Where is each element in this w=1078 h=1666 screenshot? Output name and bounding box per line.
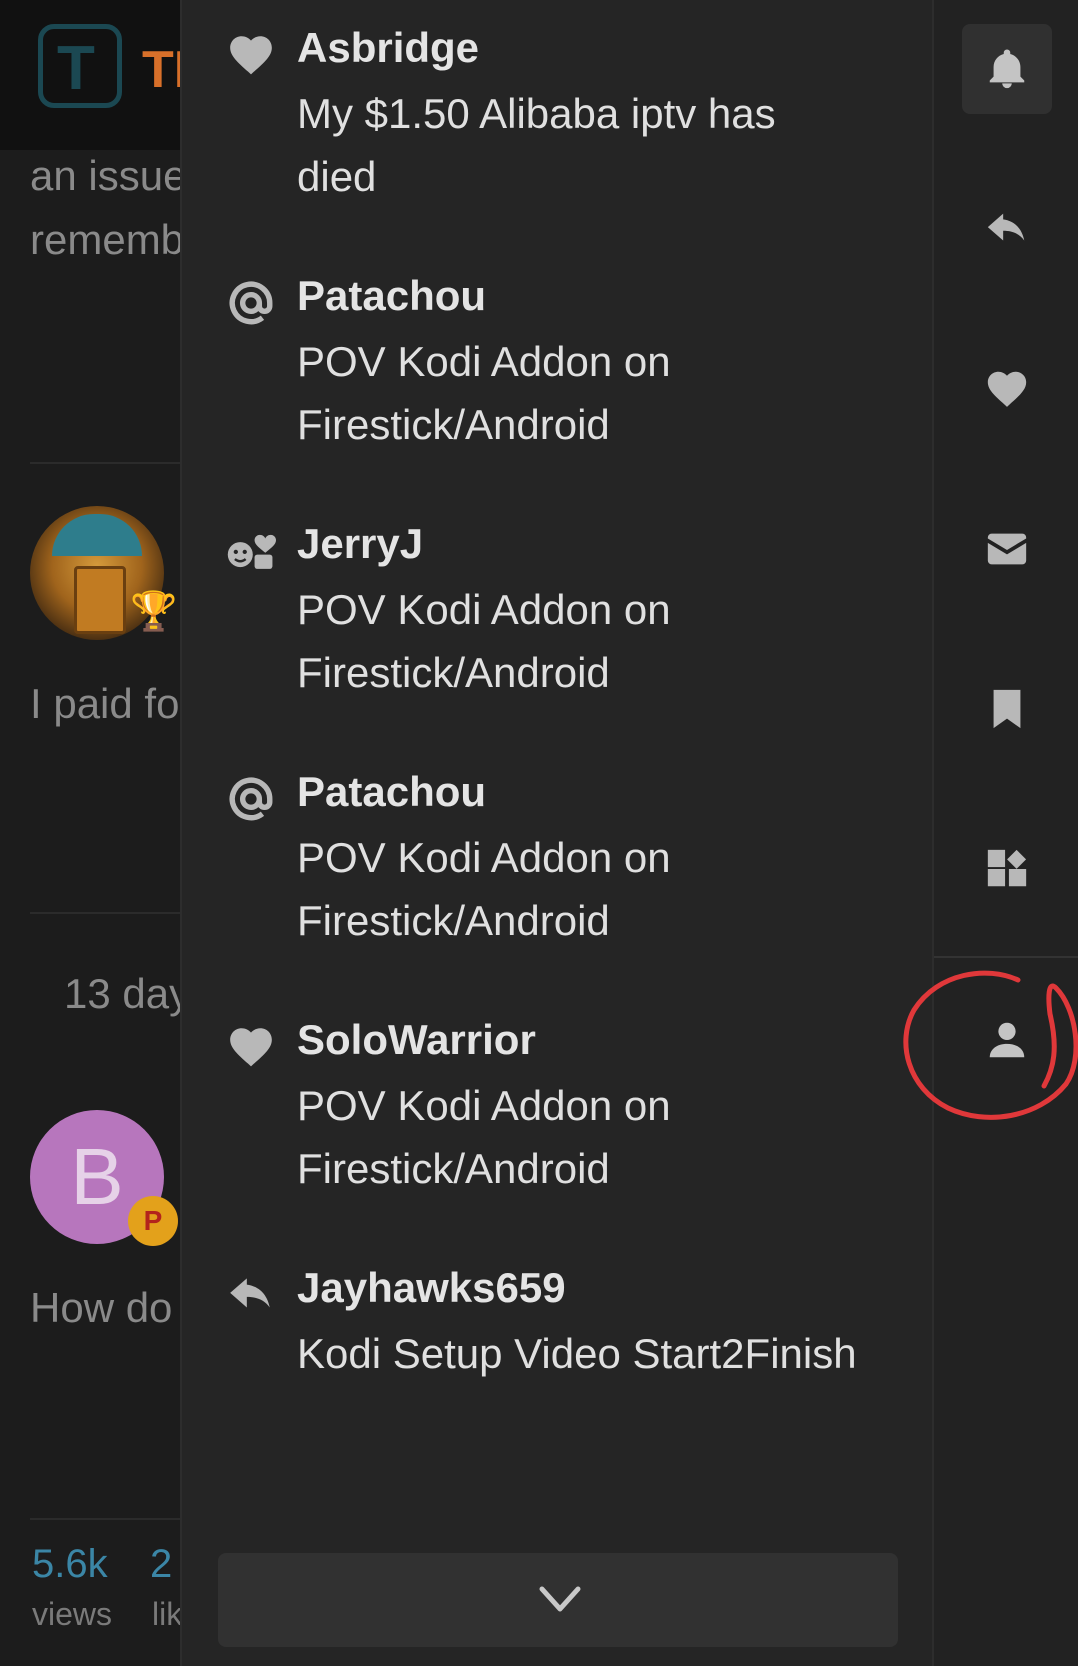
notification-username: Asbridge bbox=[297, 24, 480, 71]
notification-topic-title: POV Kodi Addon on Firestick/Android bbox=[297, 338, 671, 448]
notification-topic-title: My $1.50 Alibaba iptv has died bbox=[297, 90, 776, 200]
badge-letter: P bbox=[143, 1205, 163, 1236]
notification-username: SoloWarrior bbox=[297, 1016, 536, 1063]
notification-topic-title: POV Kodi Addon on Firestick/Android bbox=[297, 1082, 671, 1192]
chevron-down-icon bbox=[539, 1586, 581, 1612]
avatar-letter: B bbox=[70, 1132, 124, 1221]
site-header: T TI bbox=[0, 0, 188, 150]
likes-count: 2 bbox=[150, 1542, 173, 1586]
avatar-umbrella-shape bbox=[52, 514, 142, 556]
reply-icon bbox=[226, 1270, 276, 1320]
heart-icon bbox=[226, 30, 276, 80]
likes-label: lik bbox=[152, 1596, 183, 1632]
tab-notifications[interactable] bbox=[962, 24, 1052, 114]
tab-review[interactable] bbox=[962, 824, 1052, 914]
tab-replies[interactable] bbox=[962, 184, 1052, 274]
bell-icon bbox=[989, 49, 1025, 89]
post-text: How do bbox=[30, 1284, 173, 1331]
envelope-icon bbox=[987, 533, 1027, 565]
notification-topic-title: Kodi Setup Video Start2Finish bbox=[297, 1330, 857, 1377]
bookmark-icon bbox=[993, 689, 1021, 729]
post-divider bbox=[30, 1518, 180, 1520]
tab-bookmarks[interactable] bbox=[962, 664, 1052, 754]
avatar-mug-shape bbox=[74, 566, 126, 634]
at-mention-icon bbox=[226, 774, 276, 824]
post-snippet-line: rememb bbox=[30, 216, 185, 263]
post-text: I paid fo bbox=[30, 680, 180, 727]
tab-likes[interactable] bbox=[962, 344, 1052, 434]
at-mention-icon bbox=[226, 278, 276, 328]
logo-letter: T bbox=[57, 34, 95, 103]
notification-username: JerryJ bbox=[297, 520, 424, 567]
views-label: views bbox=[32, 1596, 113, 1632]
reaction-icon bbox=[226, 526, 276, 576]
show-more-button[interactable] bbox=[218, 1553, 898, 1647]
tab-messages[interactable] bbox=[962, 504, 1052, 594]
post-divider bbox=[30, 912, 180, 914]
notification-topic-title: POV Kodi Addon on Firestick/Android bbox=[297, 834, 671, 944]
post-snippet-line: an issue bbox=[30, 152, 187, 199]
notification-topic-title: POV Kodi Addon on Firestick/Android bbox=[297, 586, 671, 696]
notifications-panel: Asbridge My $1.50 Alibaba iptv has died … bbox=[180, 0, 932, 1666]
post-divider bbox=[30, 462, 180, 464]
notification-username: Patachou bbox=[297, 768, 487, 815]
post-time: 13 day bbox=[64, 970, 191, 1017]
widgets-icon bbox=[987, 849, 1027, 887]
views-count: 5.6k bbox=[32, 1542, 108, 1586]
site-logo[interactable]: T bbox=[38, 24, 122, 108]
heart-icon bbox=[987, 371, 1027, 407]
badge-icon: P bbox=[128, 1196, 178, 1246]
heart-icon bbox=[226, 1022, 276, 1072]
notification-username: Jayhawks659 bbox=[297, 1264, 566, 1311]
reply-icon bbox=[987, 213, 1025, 241]
user-menu-tabs bbox=[932, 0, 1078, 1666]
trophy-icon: 🏆 bbox=[130, 591, 178, 633]
red-annotation-circle bbox=[903, 970, 1078, 1120]
notification-username: Patachou bbox=[297, 272, 487, 319]
